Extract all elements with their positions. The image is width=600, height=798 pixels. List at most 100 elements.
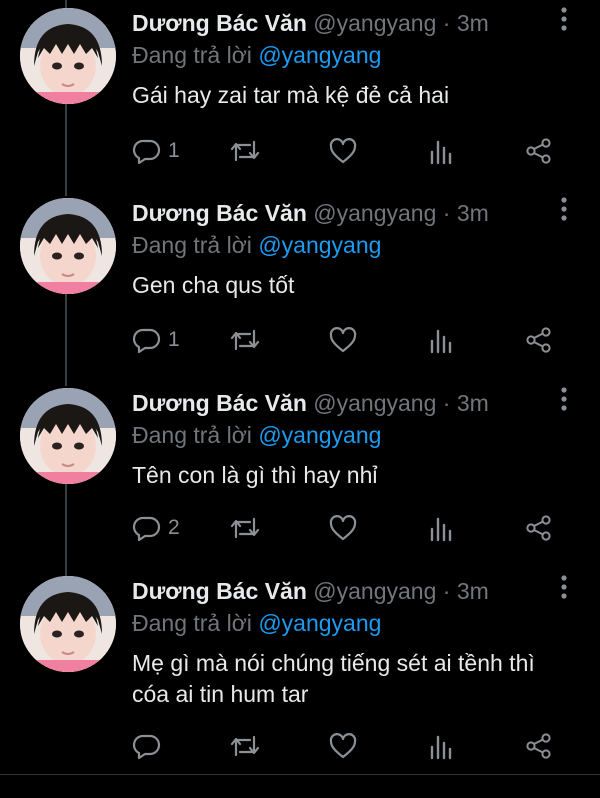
avatar[interactable] [20,576,116,672]
more-options-button[interactable] [554,572,574,602]
retweet-icon [230,140,260,162]
share-button[interactable] [524,512,554,544]
views-button[interactable] [428,512,454,544]
like-button[interactable] [328,324,358,356]
views-icon [430,329,452,354]
display-name[interactable]: Dương Bác Văn [132,390,307,416]
reply-icon [132,516,161,542]
replying-to-label: Đang trả lời [132,422,252,448]
reply-icon [132,734,161,760]
user-handle[interactable]: @yangyang [313,578,436,604]
share-icon [526,138,551,164]
reply-icon [132,139,161,165]
reply-count: 2 [168,516,180,539]
retweet-icon [230,329,260,351]
reply-icon [132,328,161,354]
mention-link[interactable]: @yangyang [258,232,381,258]
more-options-button[interactable] [554,384,574,414]
like-icon [329,138,357,164]
display-name[interactable]: Dương Bác Văn [132,200,307,226]
replying-to-label: Đang trả lời [132,610,252,636]
replying-to: Đang trả lời @yangyang [132,420,381,450]
tweet[interactable]: Dương Bác Văn @yangyang · 3m Đang trả lờ… [0,190,600,380]
tweet[interactable]: Dương Bác Văn @yangyang · 3m Đang trả lờ… [0,0,600,190]
replying-to: Đang trả lời @yangyang [132,40,381,70]
more-vertical-icon [561,575,567,599]
separator-dot: · [442,10,451,36]
like-button[interactable] [328,135,358,167]
views-icon [430,140,452,165]
more-vertical-icon [561,387,567,411]
timestamp[interactable]: 3m [457,10,489,36]
tweet-header: Dương Bác Văn @yangyang · 3m [132,576,489,606]
reply-count: 1 [168,139,180,162]
replying-to: Đang trả lời @yangyang [132,608,381,638]
timestamp[interactable]: 3m [457,578,489,604]
tweet[interactable]: Dương Bác Văn @yangyang · 3m Đang trả lờ… [0,380,600,570]
share-icon [526,515,551,541]
reply-button[interactable] [132,730,168,762]
action-bar: 1 [132,324,572,356]
display-name[interactable]: Dương Bác Văn [132,10,307,36]
separator-dot: · [442,200,451,226]
more-vertical-icon [561,197,567,221]
mention-link[interactable]: @yangyang [258,422,381,448]
tweet-header: Dương Bác Văn @yangyang · 3m [132,198,489,228]
share-icon [526,733,551,759]
share-icon [526,327,551,353]
divider [0,774,600,775]
timestamp[interactable]: 3m [457,390,489,416]
like-icon [329,327,357,353]
retweet-button[interactable] [228,730,262,762]
mention-link[interactable]: @yangyang [258,610,381,636]
replying-to: Đang trả lời @yangyang [132,230,381,260]
mention-link[interactable]: @yangyang [258,42,381,68]
tweet[interactable]: Dương Bác Văn @yangyang · 3m Đang trả lờ… [0,570,600,774]
separator-dot: · [442,578,451,604]
share-button[interactable] [524,324,554,356]
reply-button[interactable]: 1 [132,135,180,167]
separator-dot: · [442,390,451,416]
user-handle[interactable]: @yangyang [313,10,436,36]
tweet-header: Dương Bác Văn @yangyang · 3m [132,388,489,418]
reply-button[interactable]: 1 [132,324,180,356]
avatar[interactable] [20,198,116,294]
display-name[interactable]: Dương Bác Văn [132,578,307,604]
replying-to-label: Đang trả lời [132,42,252,68]
action-bar: 1 [132,135,572,167]
retweet-button[interactable] [228,512,262,544]
views-icon [430,517,452,542]
tweet-text: Gen cha qus tốt [132,272,295,298]
more-vertical-icon [561,7,567,31]
tweet-header: Dương Bác Văn @yangyang · 3m [132,8,489,38]
avatar[interactable] [20,8,116,104]
views-button[interactable] [428,324,454,356]
more-options-button[interactable] [554,194,574,224]
more-options-button[interactable] [554,4,574,34]
reply-count: 1 [168,328,180,351]
user-handle[interactable]: @yangyang [313,200,436,226]
tweet-text: Gái hay zai tar mà kệ đẻ cả hai [132,82,450,108]
tweet-text: Mẹ gì mà nói chúng tiếng sét ai tềnh thì… [132,650,535,707]
action-bar: 2 [132,512,572,544]
user-handle[interactable]: @yangyang [313,390,436,416]
like-button[interactable] [328,512,358,544]
like-button[interactable] [328,730,358,762]
avatar[interactable] [20,388,116,484]
retweet-button[interactable] [228,135,262,167]
action-bar [132,730,572,762]
tweet-text: Tên con là gì thì hay nhỉ [132,462,378,488]
views-button[interactable] [428,730,454,762]
replying-to-label: Đang trả lời [132,232,252,258]
retweet-icon [230,735,260,757]
retweet-button[interactable] [228,324,262,356]
retweet-icon [230,517,260,539]
share-button[interactable] [524,730,554,762]
like-icon [329,515,357,541]
like-icon [329,733,357,759]
timestamp[interactable]: 3m [457,200,489,226]
views-button[interactable] [428,135,454,167]
views-icon [430,735,452,760]
reply-button[interactable]: 2 [132,512,180,544]
share-button[interactable] [524,135,554,167]
